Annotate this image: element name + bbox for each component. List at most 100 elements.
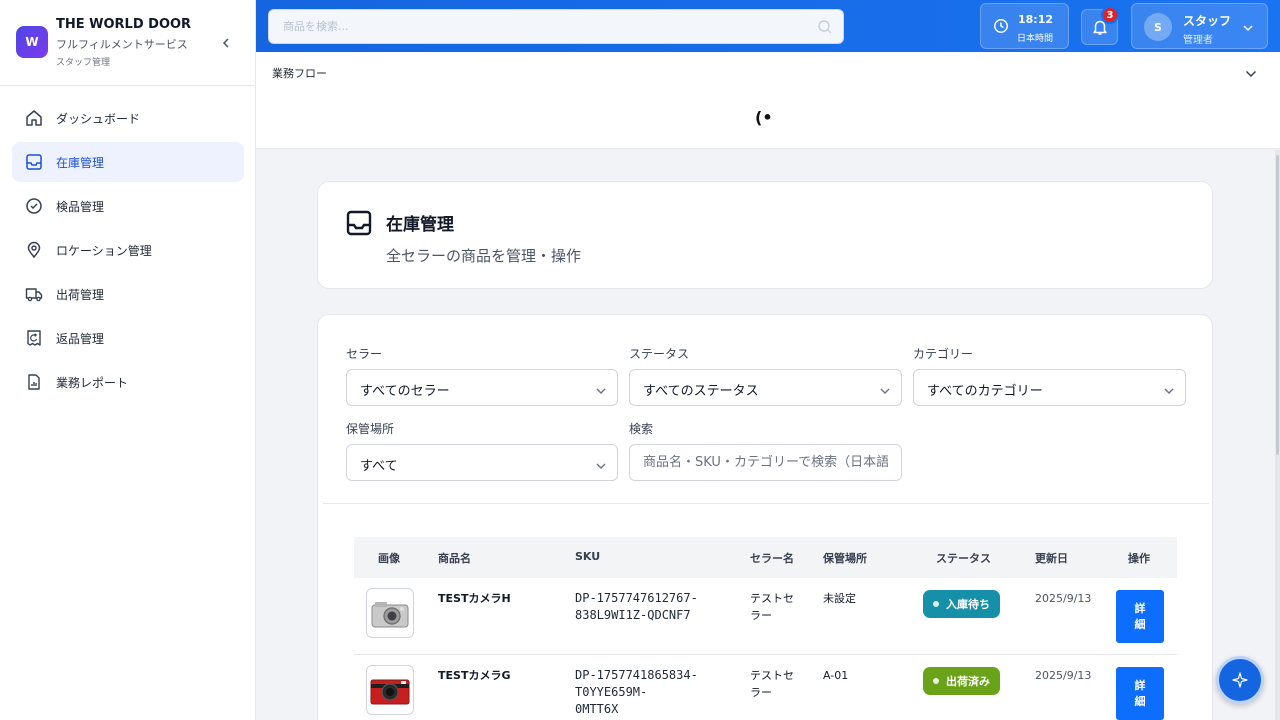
status-text: 出荷済み [946,675,990,688]
column-header-updated: 更新日 [1035,552,1068,565]
updated-date: 2025/9/13 [1035,592,1092,605]
search-icon[interactable] [817,19,833,39]
brand-title: THE WORLD DOOR [56,17,192,32]
brand-subtitle: フルフィルメントサービス [56,38,188,51]
status-dot [933,678,939,684]
global-search [268,9,844,44]
workflow-panel: 業務フロー (• [256,52,1280,149]
seller-line: テストセ [750,669,794,682]
silver-camera-thumbnail [366,588,414,638]
product-name: TESTカメラH [438,592,511,605]
detail-button[interactable]: 詳細 [1116,667,1164,720]
sku-line: DP-1757741865834- [575,668,698,682]
product-name: TESTカメラG [438,669,511,682]
sidebar-item-location[interactable]: ロケーション管理 [12,230,244,270]
sidebar-item-label: 返品管理 [56,331,105,346]
current-time: 18:12 [1018,13,1054,26]
sidebar-item-label: 在庫管理 [56,155,105,170]
section-divider [323,503,1209,504]
chevron-down-icon [595,457,607,476]
avatar: S [1144,13,1172,41]
column-header-name: 商品名 [438,552,471,565]
workflow-label: 業務フロー [272,67,327,80]
table-row[interactable]: TESTカメラH DP-1757747612767- 838L9WI1Z-QDC… [354,578,1177,655]
category-filter-label: カテゴリー [913,347,974,361]
seller-filter-label: セラー [346,347,383,361]
status-filter-value: すべてのステータス [643,384,759,399]
status-filter-select[interactable]: すべてのステータス [629,369,902,406]
table-row[interactable]: TESTカメラG DP-1757741865834- T0YYE659M- 0M… [354,655,1177,720]
sku-line: 838L9WI1Z-QDCNF7 [575,608,691,622]
check-circle-icon [24,196,44,216]
collapse-sidebar-button[interactable] [216,33,236,53]
column-header-actions: 操作 [1128,552,1150,565]
chevron-down-icon [1241,20,1255,39]
inventory-search-field [629,444,902,481]
inventory-card: セラー すべてのセラー ステータス すべてのステータス カテゴリー すべてのカテ… [317,314,1213,720]
chevron-down-icon [879,382,891,401]
return-receipt-icon [24,328,44,348]
sidebar-item-inspection[interactable]: 検品管理 [12,186,244,226]
storage-location: A-01 [823,669,849,682]
seller-line: ラー [750,609,772,622]
seller-line: ラー [750,686,772,699]
seller-name: テストセ ラー [750,590,794,624]
brand-logo: W [16,26,48,58]
chevron-down-icon[interactable] [1244,66,1258,85]
sidebar-item-shipping[interactable]: 出荷管理 [12,274,244,314]
assistant-fab-button[interactable] [1216,656,1264,704]
status-badge: 出荷済み [923,667,1000,695]
seller-filter-select[interactable]: すべてのセラー [346,369,618,406]
sidebar-item-dashboard[interactable]: ダッシュボード [12,98,244,138]
sparkle-icon [1232,672,1248,688]
inbox-icon [24,152,44,172]
location-filter-label: 保管場所 [346,422,395,436]
column-header-sku: SKU [575,550,601,563]
location-filter-value: すべて [360,459,398,474]
category-filter-value: すべてのカテゴリー [927,384,1043,399]
timezone-label: 日本時間 [1017,34,1054,44]
page-scrollbar-thumb[interactable] [1276,155,1279,455]
brand-role-label: スタッフ管理 [56,58,111,68]
storage-location: 未設定 [823,592,856,605]
sidebar-item-reports[interactable]: 業務レポート [12,362,244,402]
category-filter-select[interactable]: すべてのカテゴリー [913,369,1186,406]
inventory-search-input[interactable] [630,445,901,480]
seller-name: テストセ ラー [750,667,794,701]
seller-filter-value: すべてのセラー [360,384,450,399]
red-camera-thumbnail [366,665,414,715]
column-header-location: 保管場所 [823,552,867,565]
clock-icon [993,18,1009,38]
status-filter-label: ステータス [629,347,690,361]
user-menu-button[interactable]: S スタッフ 管理者 [1131,3,1268,49]
sidebar-item-label: 出荷管理 [56,287,105,302]
sidebar-item-returns[interactable]: 返品管理 [12,318,244,358]
search-filter-label: 検索 [629,422,654,436]
location-filter-select[interactable]: すべて [346,444,618,481]
truck-icon [24,284,44,304]
sidebar-item-inventory[interactable]: 在庫管理 [12,142,244,182]
chevron-down-icon [595,382,607,401]
detail-button-label: 詳細 [1134,678,1146,708]
search-input[interactable] [269,10,843,43]
table-header: 画像 商品名 SKU セラー名 保管場所 ステータス 更新日 操作 [354,537,1177,578]
product-sku: DP-1757747612767- 838L9WI1Z-QDCNF7 [575,590,698,624]
page-subtitle: 全セラーの商品を管理・操作 [386,247,582,265]
column-header-image: 画像 [378,552,400,565]
chevron-down-icon [1163,382,1175,401]
status-badge: 入庫待ち [923,590,1000,618]
top-bar: 18:12 日本時間 3 S スタッフ 管理者 [256,0,1280,52]
column-header-seller: セラー名 [750,552,794,565]
user-role: 管理者 [1183,35,1213,46]
home-icon [24,108,44,128]
seller-line: テストセ [750,592,794,605]
sku-line: T0YYE659M- [575,685,648,699]
brand-header: W THE WORLD DOOR フルフィルメントサービス スタッフ管理 [0,0,255,86]
sidebar-nav: ダッシュボード 在庫管理 検品管理 ロケーション管理 出荷管理 返品管理 業務レ… [12,98,244,406]
sidebar-item-label: 検品管理 [56,199,105,214]
detail-button-label: 詳細 [1134,601,1146,631]
detail-button[interactable]: 詳細 [1116,590,1164,643]
sku-line: 0MTT6X [575,702,619,716]
inbox-icon [346,210,372,240]
sku-line: DP-1757747612767- [575,591,698,605]
